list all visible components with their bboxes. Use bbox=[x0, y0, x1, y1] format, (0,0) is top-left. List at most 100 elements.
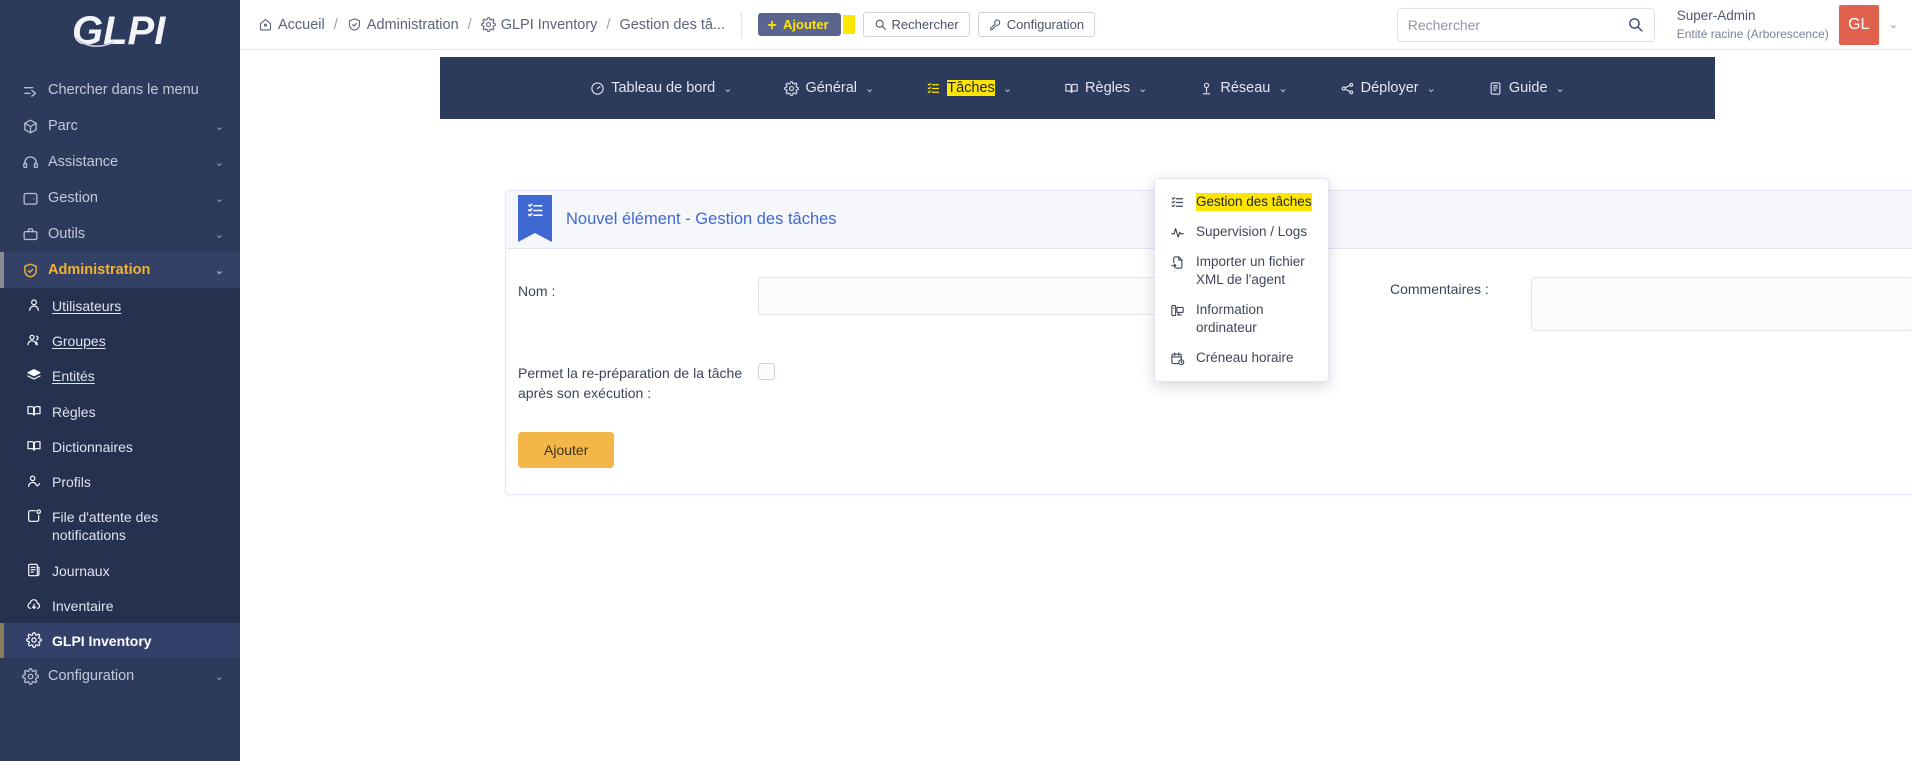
gear-icon bbox=[480, 17, 496, 32]
tab-label: Tableau de bord bbox=[611, 80, 716, 96]
tab-taches[interactable]: Tâches ⌄ bbox=[900, 74, 1038, 102]
configuration-button[interactable]: Configuration bbox=[977, 12, 1096, 37]
breadcrumb-item-administration[interactable]: Administration bbox=[347, 17, 459, 33]
global-search[interactable] bbox=[1396, 7, 1655, 42]
page-title: Nouvel élément - Gestion des tâches bbox=[566, 210, 837, 228]
repreparation-checkbox[interactable] bbox=[758, 363, 775, 380]
sidebar-subitem-label: Dictionnaires bbox=[52, 438, 133, 455]
sidebar-item-utilisateurs[interactable]: Utilisateurs bbox=[0, 288, 240, 323]
sidebar-item-administration[interactable]: Administration ⌄ bbox=[0, 252, 240, 288]
sidebar-item-file-attente-notifications[interactable]: File d'attente des notifications bbox=[0, 499, 240, 552]
tab-label: Guide bbox=[1508, 80, 1548, 96]
tab-tableau-de-bord[interactable]: Tableau de bord ⌄ bbox=[564, 74, 758, 102]
sidebar-subitem-label: Profils bbox=[52, 473, 91, 490]
chevron-down-icon: ⌄ bbox=[214, 120, 224, 133]
sidebar-item-profils[interactable]: Profils bbox=[0, 464, 240, 499]
user-check-icon bbox=[26, 472, 52, 489]
search-icon bbox=[874, 18, 887, 31]
menu-item-gestion-des-taches[interactable]: Gestion des tâches bbox=[1155, 187, 1328, 217]
sidebar-item-label: Configuration bbox=[48, 668, 135, 685]
shield-check-icon bbox=[347, 17, 362, 32]
sidebar-item-outils[interactable]: Outils ⌄ bbox=[0, 216, 240, 252]
sidebar-item-dictionnaires[interactable]: Dictionnaires bbox=[0, 429, 240, 464]
tab-label: Général bbox=[805, 80, 858, 96]
sidebar-item-groupes[interactable]: Groupes bbox=[0, 323, 240, 358]
breadcrumb-separator: / bbox=[606, 16, 611, 33]
wallet-icon bbox=[22, 190, 48, 207]
gear-icon bbox=[26, 631, 52, 648]
nom-label: Nom : bbox=[518, 283, 556, 299]
user-menu[interactable]: Super-Admin Entité racine (Arborescence)… bbox=[1676, 4, 1898, 45]
breadcrumb-label: Gestion des tâ... bbox=[619, 16, 726, 33]
menu-item-supervision-logs[interactable]: Supervision / Logs bbox=[1155, 217, 1328, 247]
tab-reseau[interactable]: Réseau ⌄ bbox=[1173, 74, 1313, 102]
home-icon bbox=[258, 17, 273, 32]
taches-dropdown-menu: Gestion des tâches Supervision / Logs Im… bbox=[1154, 178, 1329, 382]
sidebar-item-glpi-inventory[interactable]: GLPI Inventory bbox=[0, 622, 240, 659]
book-icon bbox=[26, 402, 52, 419]
breadcrumb-item-accueil[interactable]: Accueil bbox=[258, 17, 325, 33]
menu-item-label: Importer un fichier XML de l'agent bbox=[1196, 253, 1305, 287]
plus-icon bbox=[766, 19, 778, 31]
chevron-down-icon: ⌄ bbox=[1426, 82, 1436, 95]
sidebar-item-menu-search[interactable]: Chercher dans le menu bbox=[0, 72, 240, 108]
book-icon bbox=[1064, 81, 1079, 96]
tasklist-ribbon-icon bbox=[518, 194, 552, 242]
sidebar-item-journaux[interactable]: Journaux bbox=[0, 553, 240, 588]
tasklist-icon bbox=[926, 81, 941, 96]
sidebar-subitem-label: Règles bbox=[52, 403, 96, 420]
tab-label: Réseau bbox=[1220, 80, 1271, 96]
menu-item-information-ordinateur[interactable]: Information ordinateur bbox=[1155, 295, 1328, 343]
search-button[interactable]: Rechercher bbox=[862, 12, 970, 37]
glpi-logo[interactable]: GLPI bbox=[0, 0, 240, 62]
gear-icon bbox=[22, 667, 48, 685]
breadcrumb-item-glpi-inventory[interactable]: GLPI Inventory bbox=[480, 17, 597, 33]
gear-icon bbox=[784, 80, 800, 96]
shield-check-icon bbox=[22, 262, 48, 279]
breadcrumb-item-current: Gestion des tâ... bbox=[619, 17, 725, 33]
sidebar-item-gestion[interactable]: Gestion ⌄ bbox=[0, 180, 240, 216]
avatar[interactable]: GL bbox=[1838, 4, 1879, 45]
sidebar-item-label: Gestion bbox=[48, 190, 98, 206]
sidebar-item-regles[interactable]: Règles bbox=[0, 394, 240, 429]
search-button-label: Rechercher bbox=[891, 17, 959, 32]
menu-item-creneau-horaire[interactable]: Créneau horaire bbox=[1155, 343, 1328, 373]
chevron-down-icon[interactable]: ⌄ bbox=[1889, 18, 1898, 31]
chevron-down-icon: ⌄ bbox=[1002, 82, 1013, 95]
notification-icon bbox=[26, 507, 52, 524]
search-icon[interactable] bbox=[1627, 16, 1644, 33]
sidebar-item-label: Administration bbox=[48, 262, 151, 278]
sidebar-item-entites[interactable]: Entités bbox=[0, 358, 240, 393]
dashboard-icon bbox=[590, 81, 605, 96]
menu-item-label: Information ordinateur bbox=[1196, 301, 1264, 335]
add-button[interactable]: Ajouter bbox=[758, 13, 841, 36]
search-input[interactable] bbox=[1407, 16, 1627, 33]
chevron-down-icon: ⌄ bbox=[1138, 82, 1148, 95]
tasklist-icon bbox=[1169, 193, 1186, 210]
tab-regles[interactable]: Règles ⌄ bbox=[1038, 74, 1173, 102]
chevron-down-icon: ⌄ bbox=[723, 82, 733, 95]
commentaires-textarea[interactable] bbox=[1530, 277, 1912, 331]
nom-input[interactable] bbox=[758, 277, 1200, 315]
file-import-icon bbox=[1169, 253, 1186, 270]
user-name: Super-Admin bbox=[1676, 8, 1756, 24]
sidebar-item-assistance[interactable]: Assistance ⌄ bbox=[0, 144, 240, 180]
users-icon bbox=[26, 331, 52, 348]
sidebar-subitem-label: Inventaire bbox=[52, 597, 114, 614]
configuration-button-label: Configuration bbox=[1006, 17, 1085, 32]
chevron-down-icon: ⌄ bbox=[214, 670, 224, 683]
sidebar-menu-search-label: Chercher dans le menu bbox=[48, 82, 199, 98]
sidebar-subitem-label: Utilisateurs bbox=[52, 298, 122, 314]
sidebar-item-configuration[interactable]: Configuration ⌄ bbox=[0, 658, 240, 694]
menu-item-importer-xml-agent[interactable]: Importer un fichier XML de l'agent bbox=[1155, 247, 1328, 295]
wrench-icon bbox=[989, 18, 1002, 31]
submit-button[interactable]: Ajouter bbox=[518, 431, 615, 468]
tab-general[interactable]: Général ⌄ bbox=[758, 74, 900, 102]
tab-deployer[interactable]: Déployer ⌄ bbox=[1314, 74, 1462, 102]
sidebar-item-inventaire[interactable]: Inventaire bbox=[0, 588, 240, 623]
tab-guide[interactable]: Guide ⌄ bbox=[1462, 74, 1591, 102]
chevron-down-icon: ⌄ bbox=[214, 228, 224, 241]
comment-group: Commentaires : bbox=[1390, 277, 1912, 331]
sidebar-item-parc[interactable]: Parc ⌄ bbox=[0, 108, 240, 144]
headset-icon bbox=[22, 154, 48, 171]
